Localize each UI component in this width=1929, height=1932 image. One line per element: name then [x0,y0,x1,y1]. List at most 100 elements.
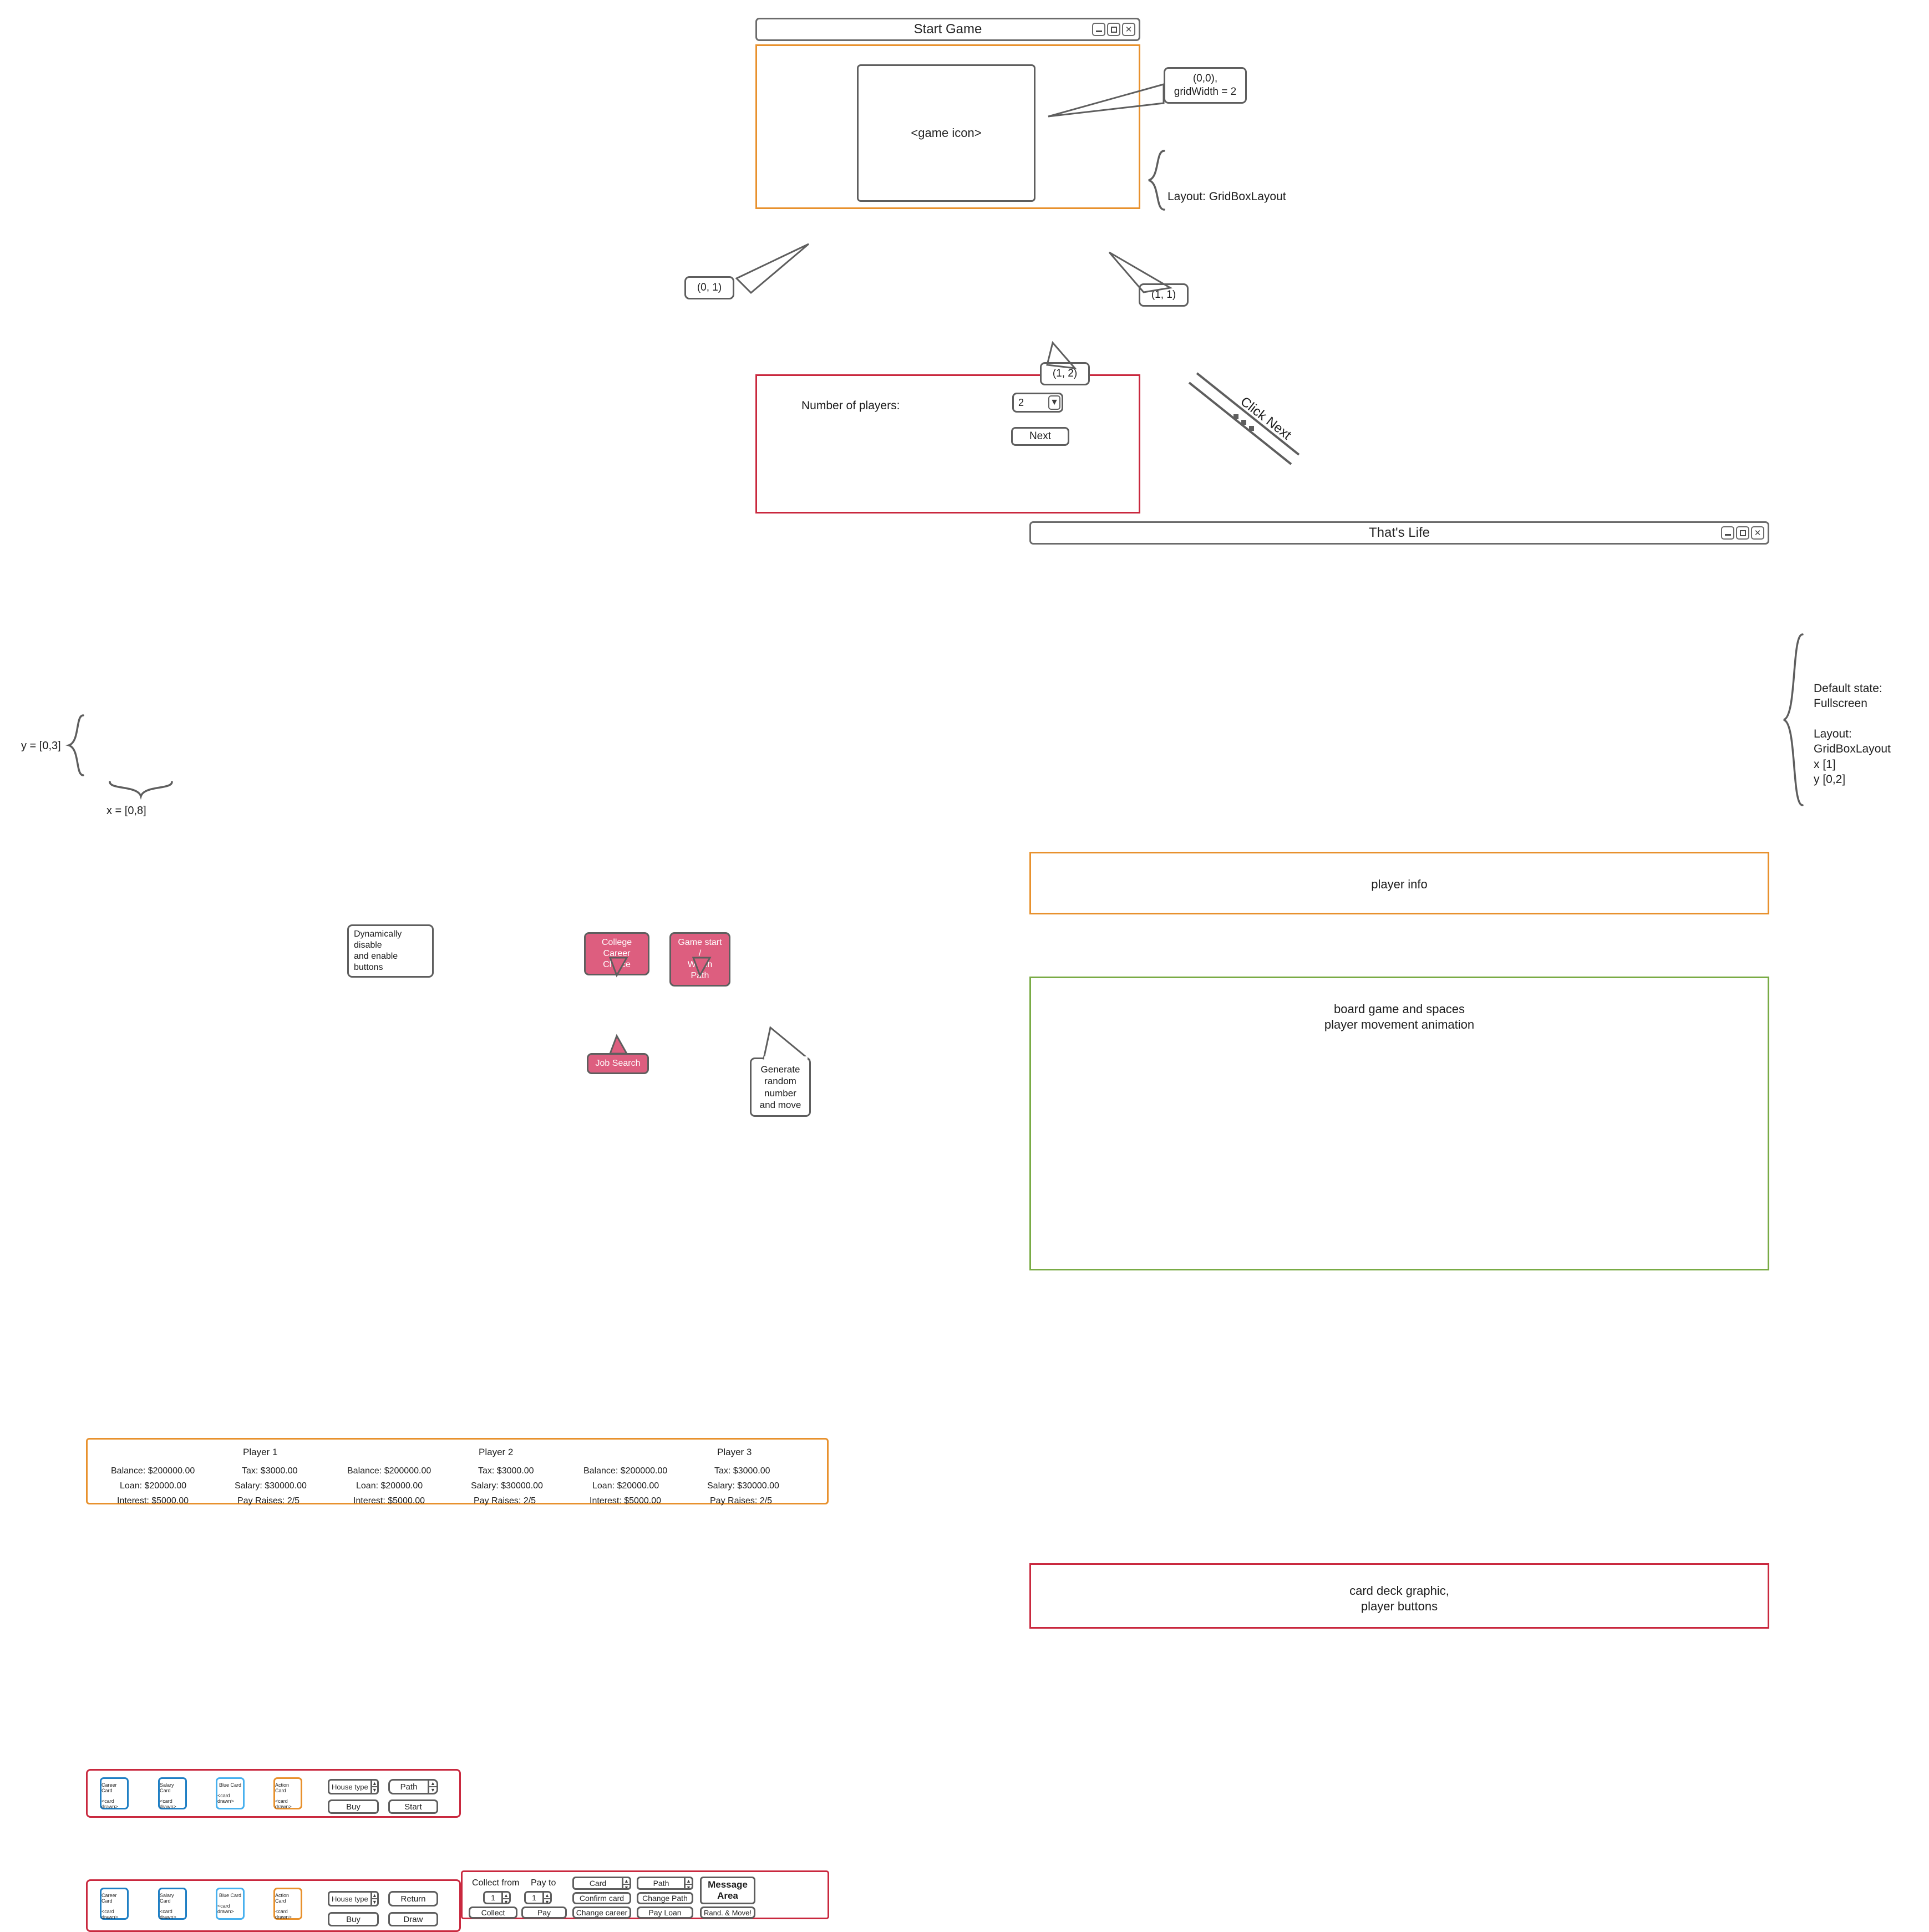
house-type-spinner-value: House type [332,1894,368,1903]
collect-button[interactable]: Collect [469,1906,517,1919]
card-action-row2[interactable]: Action Card <card drawn> [273,1888,302,1920]
player-1-loan: Loan: $20000.00 [120,1481,187,1491]
card-deck-label: card deck graphic, player buttons [1349,1584,1449,1613]
player-info-label: player info [1371,877,1428,891]
card-title: Career Card [101,1893,117,1904]
pay-button[interactable]: Pay [521,1906,567,1919]
pay-to-stepper[interactable]: 1 ▲ ▼ [524,1891,552,1904]
card-action-row1[interactable]: Action Card <card drawn> [273,1777,302,1809]
minimize-icon[interactable] [1092,23,1105,36]
card-salary-row1[interactable]: Salary Card <card drawn> [158,1777,187,1809]
callout-grid-0-0-leader [1048,83,1165,118]
spinner-arrows-icon[interactable]: ▲ ▼ [542,1893,550,1903]
player-3-loan: Loan: $20000.00 [592,1481,659,1491]
spinner-arrows-icon[interactable]: ▲ ▼ [684,1878,692,1888]
note-generate-random-move: Generate random number and move [750,1057,811,1117]
path-spinner-row1[interactable]: Path ▲ ▼ [388,1779,438,1794]
player-2-salary: Salary: $30000.00 [471,1481,543,1491]
chevron-down-icon[interactable]: ▼ [1047,394,1062,411]
callout-game-start-tail [692,957,712,978]
spinner-arrows-icon[interactable]: ▲ ▼ [370,1893,377,1905]
change-career-button[interactable]: Change career [572,1906,631,1919]
player-1-salary: Salary: $30000.00 [235,1481,307,1491]
close-icon[interactable]: ✕ [1122,23,1135,36]
actions-panel: Collect from 1 ▲ ▼ Collect Pay to 1 ▲ ▼ Pa… [461,1870,829,1919]
card-career-row1[interactable]: Career Card <card drawn> [100,1777,129,1809]
thats-life-window: That's Life ✕ [1029,521,1769,545]
confirm-card-button[interactable]: Confirm card [572,1892,631,1904]
default-state-note: Default state: Fullscreen [1814,682,1882,710]
thats-life-titlebar[interactable]: That's Life ✕ [1029,521,1769,545]
start-game-form-panel: Number of players: 2 ▼ Next [755,374,1140,513]
path-spinner-value: Path [400,1782,418,1792]
start-game-titlebar[interactable]: Start Game ✕ [755,18,1140,41]
callout-grid-0-1: (0, 1) [684,276,734,299]
y-range-brace [65,714,84,776]
callout-job-search-tail [608,1034,628,1055]
player-1-name: Player 1 [243,1447,278,1457]
house-type-spinner-value: House type [332,1782,368,1791]
path-spinner-value: Path [653,1879,669,1888]
note-dynamic-buttons: Dynamically disable and enable buttons [347,924,434,978]
card-title: Action Card [275,1893,290,1904]
spinner-arrows-icon[interactable]: ▲ ▼ [370,1781,377,1793]
start-button-row1[interactable]: Start [388,1799,438,1814]
card-title: Career Card [101,1782,117,1793]
rand-and-move-button[interactable]: Rand. & Move! [700,1906,755,1919]
card-title: Blue Card [219,1893,242,1898]
player-info-panel: player info [1029,852,1769,914]
player-3-tax: Tax: $3000.00 [714,1466,770,1476]
start-game-title: Start Game [913,22,982,37]
window-controls: ✕ [1721,526,1764,540]
window-controls: ✕ [1092,23,1135,36]
spinner-arrows-icon[interactable]: ▲ ▼ [622,1878,630,1888]
card-salary-row2[interactable]: Salary Card <card drawn> [158,1888,187,1920]
x-range-label: x = [0,8] [106,805,146,817]
close-icon[interactable]: ✕ [1751,526,1764,540]
change-path-button[interactable]: Change Path [637,1892,693,1904]
card-blue-row1[interactable]: Blue Card <card drawn> [216,1777,245,1809]
house-type-spinner-row1[interactable]: House type ▲ ▼ [328,1779,379,1794]
callout-grid-0-0: (0,0), gridWidth = 2 [1164,67,1247,104]
player-3-interest: Interest: $5000.00 [590,1496,661,1506]
card-career-row2[interactable]: Career Card <card drawn> [100,1888,129,1920]
collect-from-label: Collect from [472,1878,520,1888]
buy-button-row1[interactable]: Buy [328,1799,379,1814]
path-spinner-actions[interactable]: Path ▲ ▼ [637,1877,693,1890]
player-1-tax: Tax: $3000.00 [242,1466,298,1476]
buy-button-row2[interactable]: Buy [328,1912,379,1926]
spinner-arrows-icon[interactable]: ▲ ▼ [501,1893,509,1903]
maximize-icon[interactable] [1107,23,1120,36]
house-type-spinner-row2[interactable]: House type ▲ ▼ [328,1891,379,1906]
minimize-icon[interactable] [1721,526,1734,540]
collect-from-stepper[interactable]: 1 ▲ ▼ [483,1891,511,1904]
card-panel-row-2: Career Card <card drawn> Salary Card <ca… [86,1879,461,1932]
player-2-balance: Balance: $200000.00 [347,1466,432,1476]
card-title: Action Card [275,1782,290,1793]
card-subtitle: <card drawn> [101,1909,118,1920]
number-of-players-label: Number of players: [801,399,900,412]
card-spinner[interactable]: Card ▲ ▼ [572,1877,631,1890]
card-subtitle: <card drawn> [275,1909,292,1920]
next-button[interactable]: Next [1011,427,1069,446]
player-3-pay-raises: Pay Raises: 2/5 [710,1496,773,1506]
thats-life-title: That's Life [1369,525,1430,540]
card-spinner-value: Card [589,1879,607,1888]
draw-button-row2[interactable]: Draw [388,1912,438,1926]
maximize-icon[interactable] [1736,526,1749,540]
card-blue-row2[interactable]: Blue Card <card drawn> [216,1888,245,1920]
click-next-label: Click Next [1237,394,1294,443]
collect-from-value: 1 [491,1893,495,1902]
note-generate-leader [763,1026,811,1062]
card-subtitle: <card drawn> [217,1903,234,1914]
board-game-label: board game and spaces player movement an… [1324,1002,1475,1031]
return-button-row2[interactable]: Return [388,1891,438,1906]
click-next-transition: Click Next [1188,372,1300,465]
pay-loan-button[interactable]: Pay Loan [637,1906,693,1919]
player-2-tax: Tax: $3000.00 [478,1466,534,1476]
player-3-name: Player 3 [717,1447,752,1457]
spinner-arrows-icon[interactable]: ▲ ▼ [428,1781,436,1793]
message-area: Message Area [700,1877,755,1904]
players-dropdown[interactable]: 2 ▼ [1012,393,1063,413]
player-1-balance: Balance: $200000.00 [111,1466,195,1476]
